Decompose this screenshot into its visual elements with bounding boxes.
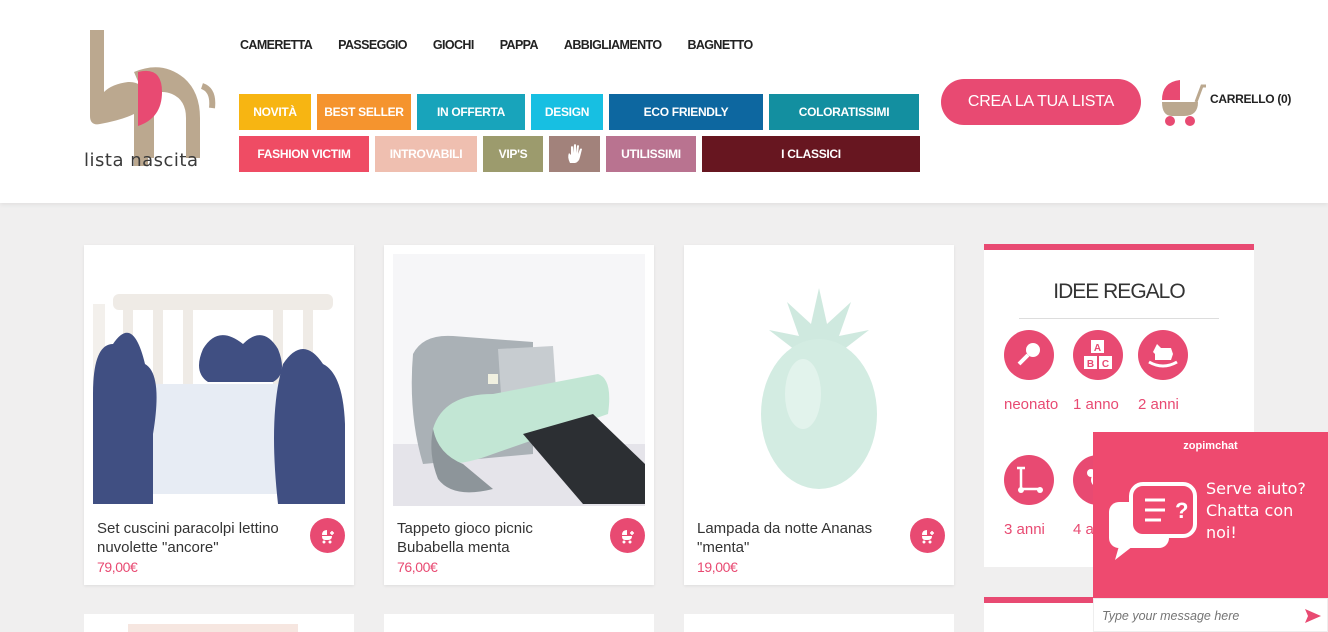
tag-i-classici[interactable]: I CLASSICI <box>702 136 920 172</box>
chat-message-input[interactable] <box>1102 605 1297 627</box>
product-title[interactable]: Tappeto gioco picnic Bubabella menta <box>397 519 597 557</box>
svg-text:B: B <box>1087 359 1094 370</box>
svg-text:C: C <box>1102 359 1109 370</box>
tag-in-offerta[interactable]: IN OFFERTA <box>417 94 525 130</box>
gift-category-label: neonato <box>1004 396 1059 413</box>
product-title[interactable]: Set cuscini paracolpi lettino nuvolette … <box>97 519 297 557</box>
product-card-partial[interactable] <box>384 614 654 632</box>
tag-vips[interactable]: VIP'S <box>483 136 543 172</box>
product-image-pineapple-lamp[interactable] <box>693 254 945 506</box>
logo-text: lista nascita <box>84 150 199 171</box>
product-card-partial[interactable] <box>684 614 954 632</box>
nav-item-giochi[interactable]: GIOCHI <box>433 38 474 52</box>
cart-count: (0) <box>1277 92 1292 106</box>
product-image-bumper[interactable] <box>93 254 345 506</box>
nav-item-pappa[interactable]: PAPPA <box>500 38 539 52</box>
rattle-icon <box>1004 330 1054 380</box>
product-card-partial[interactable] <box>84 614 354 632</box>
gift-category-label: 2 anni <box>1138 396 1179 413</box>
gift-category-2-anni[interactable]: 2 anni <box>1138 330 1198 413</box>
nav-item-passeggio[interactable]: PASSEGGIO <box>338 38 407 52</box>
hand-icon <box>567 144 582 163</box>
gift-category-label: 1 anno <box>1073 396 1119 413</box>
svg-text:A: A <box>1094 343 1101 354</box>
gift-category-label: 3 anni <box>1004 521 1045 538</box>
stroller-add-icon <box>921 529 934 543</box>
product-card[interactable]: Tappeto gioco picnic Bubabella menta 76,… <box>384 245 654 585</box>
tag-eco-friendly[interactable]: ECO FRIENDLY <box>609 94 763 130</box>
product-image-picnic-mat[interactable] <box>393 254 645 506</box>
tag-hand[interactable] <box>549 136 600 172</box>
add-to-list-button[interactable] <box>610 518 645 553</box>
divider <box>1019 318 1219 319</box>
tag-design[interactable]: DESIGN <box>531 94 603 130</box>
site-header: lista nascita CAMERETTA PASSEGGIO GIOCHI… <box>0 0 1328 203</box>
cart-label[interactable]: CARRELLO (0) <box>1210 92 1291 106</box>
product-image-partial <box>128 624 298 632</box>
nav-item-bagnetto[interactable]: BAGNETTO <box>687 38 753 52</box>
category-nav: CAMERETTA PASSEGGIO GIOCHI PAPPA ABBIGLI… <box>240 38 779 52</box>
tag-best-seller[interactable]: BEST SELLER <box>317 94 411 130</box>
tag-coloratissimi[interactable]: COLORATISSIMI <box>769 94 919 130</box>
gift-category-neonato[interactable]: neonato <box>1004 330 1064 413</box>
create-list-button[interactable]: CREA LA TUA LISTA <box>941 79 1141 125</box>
cart-text: CARRELLO <box>1210 92 1275 106</box>
stroller-icon[interactable] <box>1158 76 1208 128</box>
send-icon[interactable] <box>1304 608 1322 624</box>
rocking-horse-icon <box>1138 330 1188 380</box>
product-price: 19,00€ <box>697 559 738 575</box>
gift-ideas-title: IDEE REGALO <box>1053 280 1185 303</box>
nav-item-abbigliamento[interactable]: ABBIGLIAMENTO <box>564 38 662 52</box>
tag-utilissimi[interactable]: UTILISSIMI <box>606 136 696 172</box>
product-card[interactable]: Lampada da notte Ananas "menta" 19,00€ <box>684 245 954 585</box>
stroller-add-icon <box>321 529 334 543</box>
chat-message: Serve aiuto? Chatta con noi! <box>1206 479 1306 542</box>
abc-blocks-icon: A B C <box>1073 330 1123 380</box>
product-title[interactable]: Lampada da notte Ananas "menta" <box>697 519 897 557</box>
product-price: 76,00€ <box>397 559 438 575</box>
chat-brand: zopimchat <box>1183 440 1238 452</box>
add-to-list-button[interactable] <box>310 518 345 553</box>
stroller-add-icon <box>621 529 634 543</box>
gift-category-1-anno[interactable]: A B C 1 anno <box>1073 330 1133 413</box>
gift-category-3-anni[interactable]: 3 anni <box>1004 455 1064 538</box>
chat-widget[interactable]: zopimchat ? Serve aiuto? Chatta con noi! <box>1093 432 1328 632</box>
tag-novita[interactable]: NOVITÀ <box>239 94 311 130</box>
scooter-icon <box>1004 455 1054 505</box>
add-to-list-button[interactable] <box>910 518 945 553</box>
chat-input-bar <box>1093 598 1328 632</box>
svg-text:?: ? <box>1175 498 1188 523</box>
nav-item-cameretta[interactable]: CAMERETTA <box>240 38 313 52</box>
tag-fashion-victim[interactable]: FASHION VICTIM <box>239 136 369 172</box>
tag-introvabili[interactable]: INTROVABILI <box>375 136 477 172</box>
product-price: 79,00€ <box>97 559 138 575</box>
product-card[interactable]: Set cuscini paracolpi lettino nuvolette … <box>84 245 354 585</box>
chat-bubble-icon: ? <box>1109 482 1197 560</box>
